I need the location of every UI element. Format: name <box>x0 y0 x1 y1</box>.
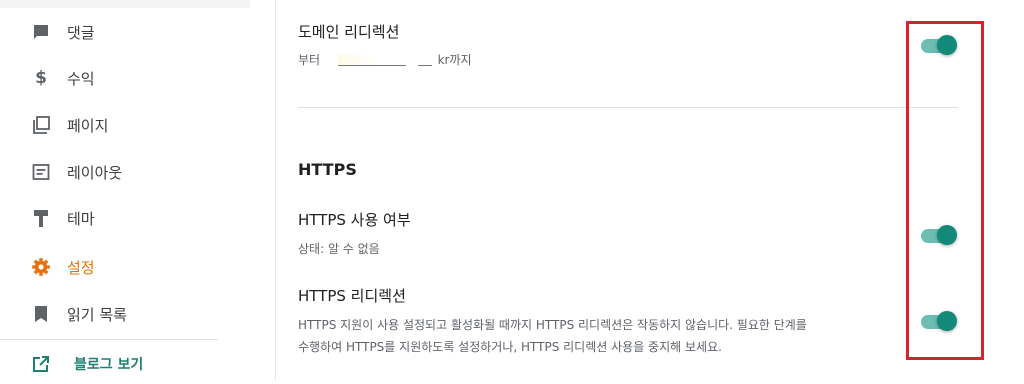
sidebar-item-label: 설정 <box>67 258 95 277</box>
sidebar-item-label: 테마 <box>67 209 95 228</box>
section-divider <box>298 107 958 108</box>
sidebar-item-label: 댓글 <box>67 23 95 42</box>
sidebar-top-shade <box>0 0 250 8</box>
domain-redirect-prefix: 부터 <box>298 53 321 67</box>
https-redirect-desc-line2: 수행하여 HTTPS를 지원하도록 설정하거나, HTTPS 리디렉션 사용을 … <box>298 340 722 354</box>
sidebar-item-label: 수익 <box>67 69 95 88</box>
sidebar-item-label: 페이지 <box>67 116 109 135</box>
domain-redirect-desc: 부터 kr까지 <box>298 49 472 71</box>
https-enabled-title: HTTPS 사용 여부 <box>298 211 411 229</box>
sidebar-item-settings[interactable]: 설정 <box>0 247 275 287</box>
https-enabled-status: 상태: 알 수 없음 <box>298 242 380 256</box>
redacted-domain <box>337 55 406 66</box>
sidebar-item-theme[interactable]: 테마 <box>0 198 275 238</box>
sidebar-item-layout[interactable]: 레이아웃 <box>0 152 275 192</box>
bookmark-icon <box>30 303 52 325</box>
view-blog-label: 블로그 보기 <box>74 357 144 373</box>
sidebar-item-label: 읽기 목록 <box>67 305 127 324</box>
sidebar-divider <box>0 339 218 340</box>
dollar-icon: $ <box>35 68 47 88</box>
pages-icon <box>30 114 52 136</box>
domain-redirect-title: 도메인 리디렉션 <box>298 23 400 41</box>
sidebar-item-reading-list[interactable]: 읽기 목록 <box>0 294 275 334</box>
redacted-domain-suffix <box>417 55 432 66</box>
paint-roller-icon <box>30 207 52 229</box>
https-section-title: HTTPS <box>298 160 357 179</box>
comment-icon <box>30 21 52 43</box>
sidebar: 댓글 $ 수익 페이지 레이아웃 테마 설정 읽기 목록 블로그 보기 <box>0 0 276 381</box>
sidebar-item-earnings[interactable]: $ 수익 <box>0 58 275 98</box>
sidebar-item-label: 레이아웃 <box>67 163 123 182</box>
https-redirect-title: HTTPS 리디렉션 <box>298 287 406 305</box>
domain-redirect-suffix: kr까지 <box>437 53 472 67</box>
sidebar-item-comments[interactable]: 댓글 <box>0 12 275 52</box>
highlight-annotation-box <box>906 21 984 360</box>
gear-icon <box>30 256 52 278</box>
external-link-icon <box>30 353 52 375</box>
layout-icon <box>30 161 52 183</box>
sidebar-item-pages[interactable]: 페이지 <box>0 105 275 145</box>
https-redirect-desc-line1: HTTPS 지원이 사용 설정되고 활성화될 때까지 HTTPS 리디렉션은 작… <box>298 318 807 332</box>
https-redirect-desc: HTTPS 지원이 사용 설정되고 활성화될 때까지 HTTPS 리디렉션은 작… <box>298 314 898 358</box>
view-blog-link[interactable]: 블로그 보기 <box>0 344 275 384</box>
